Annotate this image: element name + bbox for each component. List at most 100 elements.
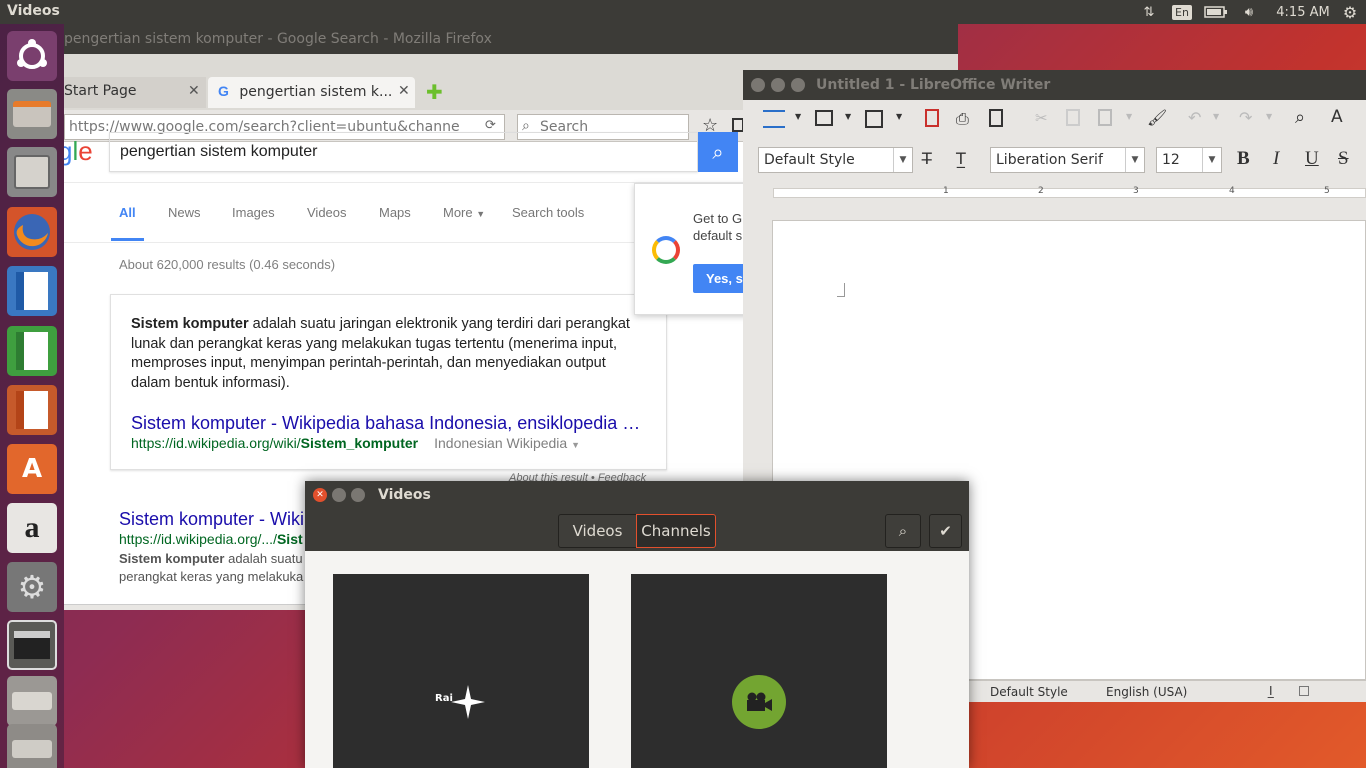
channel-tile-rai[interactable]: Rai [333,574,589,768]
ruler-number: 3 [1133,186,1139,196]
search-button[interactable]: ⌕ [885,514,921,548]
paragraph-style-combo[interactable]: Default Style ▼ [758,147,913,173]
close-icon[interactable] [751,78,765,92]
close-tab-icon[interactable]: ✕ [188,83,200,99]
channel-tile-generic[interactable] [631,574,887,768]
tab-videos-label: Videos [572,522,623,540]
amazon-icon[interactable]: a [7,503,57,553]
result2-title[interactable]: Sistem komputer - Wiki [119,509,304,530]
snippet-url[interactable]: https://id.wikipedia.org/wiki/Sistem_kom… [131,435,646,451]
maximize-icon[interactable] [791,78,805,92]
top-panel: Videos ⇅ En 🔊︎ 4:15 AM ⚙ [0,0,1366,24]
new-tab-icon[interactable]: ✚ [426,80,443,104]
result2-description: Sistem komputer adalah suatu perangkat ke… [119,550,303,586]
underline-icon[interactable]: U [1305,148,1319,170]
paste-icon[interactable] [1098,109,1112,126]
dropdown-arrow-icon[interactable]: ▼ [896,112,902,121]
ubuntu-software-icon[interactable]: A [7,444,57,494]
battery-icon[interactable] [1202,0,1230,24]
print-icon[interactable]: ⎙ [956,109,969,129]
google-logo[interactable]: gle [64,136,93,167]
update-style-icon[interactable]: T̶ [922,149,932,168]
google-tab-maps[interactable]: Maps [379,205,411,220]
dropdown-arrow-icon[interactable]: ▼ [1126,112,1132,121]
spelling-icon[interactable]: A [1331,107,1343,127]
dropdown-arrow-icon[interactable]: ▼ [893,148,912,172]
font-size-combo[interactable]: 12 ▼ [1156,147,1222,173]
tab-label: pengertian sistem k... [239,84,393,100]
google-tab-images[interactable]: Images [232,205,275,220]
close-tab-icon[interactable]: ✕ [398,83,410,99]
tab-channels[interactable]: Channels [636,514,716,548]
result2-url[interactable]: https://id.wikipedia.org/.../Sist [119,531,303,547]
google-tab-all[interactable]: All [119,205,136,220]
find-replace-icon[interactable]: ⌕ [1295,107,1305,128]
ubuntu-dash-icon[interactable] [7,31,57,81]
firefox-icon[interactable] [7,207,57,257]
redo-icon[interactable]: ↷ [1239,108,1252,127]
cut-icon[interactable]: ✂ [1035,109,1048,127]
snippet-source: Indonesian Wikipedia [434,435,568,451]
google-tab-more[interactable]: More ▼ [443,205,485,220]
tab-google-search[interactable]: G pengertian sistem k... ✕ [208,77,415,108]
select-button[interactable]: ✔ [929,514,962,548]
clock[interactable]: 4:15 AM [1270,0,1336,24]
reload-icon[interactable]: ⟳ [485,118,496,133]
new-style-icon[interactable]: T̲ [956,149,966,168]
popup-text: Get to G default s [693,210,742,244]
installer-icon[interactable] [7,89,57,139]
print-preview-icon[interactable] [989,109,1003,127]
strikethrough-icon[interactable]: S [1338,148,1349,170]
snippet-bold: Sistem komputer [131,316,249,332]
videos-icon[interactable] [7,620,57,670]
bold-icon[interactable]: B [1237,148,1250,170]
ruler[interactable]: 1 2 3 4 5 [743,182,1366,204]
libreoffice-impress-icon[interactable] [7,385,57,435]
google-tab-search-tools[interactable]: Search tools [512,205,584,220]
tab-videos[interactable]: Videos [558,514,637,548]
dropdown-arrow-icon[interactable]: ▼ [1213,112,1219,121]
font-name-combo[interactable]: Liberation Serif ▼ [990,147,1145,173]
dropdown-arrow-icon[interactable]: ▼ [1125,148,1144,172]
google-tab-news[interactable]: News [168,205,201,220]
italic-icon[interactable]: I [1273,148,1279,170]
close-icon[interactable]: ✕ [313,488,327,502]
export-pdf-icon[interactable] [925,109,939,127]
status-language[interactable]: English (USA) [1106,685,1187,699]
dropdown-arrow-icon[interactable]: ▼ [795,112,801,121]
google-search-input[interactable]: pengertian sistem komputer [109,132,698,172]
dropdown-arrow-icon[interactable]: ▼ [571,440,580,450]
snippet-link[interactable]: Sistem komputer - Wikipedia bahasa Indon… [131,413,646,434]
copy-icon[interactable] [1066,109,1080,126]
clone-formatting-icon[interactable]: 🖌︎ [1147,108,1167,127]
system-gear-icon[interactable]: ⚙ [1338,0,1362,24]
open-icon[interactable] [815,110,833,126]
volume-icon[interactable]: 🔊︎ [1237,0,1261,24]
insert-mode-icon[interactable]: I̲ [1269,684,1273,698]
network-icon[interactable]: ⇅ [1138,0,1160,24]
system-settings-icon[interactable]: ⚙ [7,562,57,612]
trash-icon[interactable] [7,724,57,768]
launcher: A a ⚙ [0,24,64,768]
dropdown-arrow-icon[interactable]: ▼ [1266,112,1272,121]
libreoffice-writer-icon[interactable] [7,266,57,316]
files-icon[interactable] [7,147,57,197]
google-g-icon [652,236,680,264]
drive-icon[interactable] [7,676,57,726]
libreoffice-calc-icon[interactable] [7,326,57,376]
status-page-style[interactable]: Default Style [990,685,1068,699]
dropdown-arrow-icon[interactable]: ▼ [845,112,851,121]
dropdown-arrow-icon[interactable]: ▼ [1202,148,1221,172]
sidebar-toggle-icon[interactable] [763,110,785,128]
keyboard-layout-indicator[interactable]: En [1171,0,1193,24]
google-search-button[interactable]: ⌕ [698,132,738,172]
undo-icon[interactable]: ↶ [1188,108,1201,127]
tab-start-page[interactable]: Start Page ✕ [64,77,206,108]
maximize-icon[interactable] [351,488,365,502]
google-tab-videos[interactable]: Videos [307,205,347,220]
minimize-icon[interactable] [332,488,346,502]
videos-window: ✕ Videos Videos Channels ⌕ ✔ Rai [305,481,969,768]
minimize-icon[interactable] [771,78,785,92]
search-icon: ⌕ [898,522,908,540]
save-icon[interactable] [865,110,883,128]
